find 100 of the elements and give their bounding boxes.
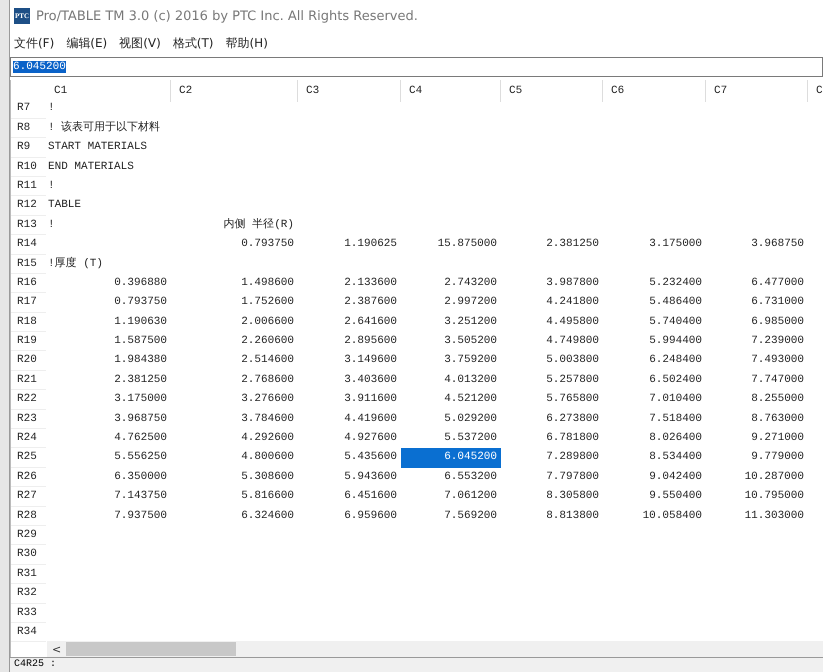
row-header[interactable]: R18: [11, 312, 46, 332]
table-cell[interactable]: 3.276600: [171, 390, 298, 410]
table-cell[interactable]: 3.784600: [171, 410, 298, 430]
table-cell[interactable]: 3.759200: [401, 351, 501, 371]
row-header[interactable]: R12: [11, 196, 46, 216]
table-cell[interactable]: 7.239000: [706, 332, 808, 352]
table-cell[interactable]: !: [46, 216, 171, 236]
table-cell[interactable]: 5.556250: [46, 448, 171, 468]
table-cell[interactable]: 8.255000: [706, 390, 808, 410]
table-cell[interactable]: 3.968750: [706, 235, 808, 255]
table-cell[interactable]: 0.396880: [46, 274, 171, 294]
table-cell[interactable]: 6.248400: [603, 351, 706, 371]
table-cell[interactable]: 3.149600: [298, 351, 401, 371]
horizontal-scrollbar[interactable]: <: [47, 641, 823, 657]
table-cell[interactable]: 5.003800: [501, 351, 603, 371]
table-cell[interactable]: 2.641600: [298, 312, 401, 332]
table-cell[interactable]: 8.813800: [501, 506, 603, 526]
table-cell[interactable]: 内侧 半径(R): [171, 216, 298, 236]
table-cell[interactable]: 2.381250: [46, 370, 171, 390]
table-cell[interactable]: 6.553200: [401, 468, 501, 488]
row-header[interactable]: R9: [11, 138, 46, 158]
table-cell[interactable]: 0.793750: [46, 293, 171, 313]
menu-item[interactable]: 格式(T): [172, 35, 214, 52]
table-cell[interactable]: 10.795000: [706, 487, 808, 507]
row-header[interactable]: R33: [11, 604, 46, 623]
row-header[interactable]: R13: [11, 216, 46, 236]
table-cell[interactable]: 6.324600: [171, 506, 298, 526]
menu-item[interactable]: 编辑(E): [66, 35, 108, 52]
table-cell[interactable]: 6.045200: [401, 448, 501, 468]
table-cell[interactable]: 3.911600: [298, 390, 401, 410]
row-header[interactable]: R29: [11, 526, 46, 546]
scroll-left-button[interactable]: <: [47, 642, 66, 656]
table-cell[interactable]: 11.303000: [706, 506, 808, 526]
table-cell[interactable]: 6.731000: [706, 293, 808, 313]
row-header[interactable]: R16: [11, 274, 46, 294]
row-header[interactable]: R23: [11, 410, 46, 430]
table-cell[interactable]: 8.026400: [603, 429, 706, 448]
table-cell[interactable]: 8.763000: [706, 410, 808, 430]
table-cell[interactable]: 8.305800: [501, 487, 603, 507]
table-cell[interactable]: 5.435600: [298, 448, 401, 468]
row-header[interactable]: R17: [11, 293, 46, 313]
table-cell[interactable]: 4.241800: [501, 293, 603, 313]
table-cell[interactable]: START MATERIALS: [46, 138, 171, 158]
table-cell[interactable]: 4.762500: [46, 429, 171, 448]
table-cell[interactable]: 15.875000: [401, 235, 501, 255]
table-cell[interactable]: 7.010400: [603, 390, 706, 410]
table-cell[interactable]: 1.587500: [46, 332, 171, 352]
table-cell[interactable]: 6.959600: [298, 506, 401, 526]
table-cell[interactable]: !厚度 (T): [46, 254, 171, 274]
table-cell[interactable]: TABLE: [46, 196, 171, 216]
row-header[interactable]: R8: [11, 118, 46, 138]
table-cell[interactable]: 7.061200: [401, 487, 501, 507]
row-header[interactable]: R20: [11, 351, 46, 371]
table-cell[interactable]: 2.895600: [298, 332, 401, 352]
table-cell[interactable]: 3.505200: [401, 332, 501, 352]
table-cell[interactable]: 3.403600: [298, 370, 401, 390]
cell-edit-field[interactable]: 6.045200: [10, 57, 823, 77]
row-header[interactable]: R7: [11, 99, 46, 119]
table-cell[interactable]: 2.768600: [171, 370, 298, 390]
table-cell[interactable]: 3.175000: [46, 390, 171, 410]
table-cell[interactable]: 10.058400: [603, 506, 706, 526]
row-header[interactable]: R14: [11, 235, 46, 255]
row-header[interactable]: R11: [11, 176, 46, 196]
table-cell[interactable]: 9.042400: [603, 468, 706, 488]
table-cell[interactable]: 2.743200: [401, 274, 501, 294]
table-cell[interactable]: ! 该表可用于以下材料: [46, 118, 171, 138]
row-header[interactable]: R28: [11, 506, 46, 526]
menu-item[interactable]: 帮助(H): [226, 35, 268, 52]
table-cell[interactable]: 8.534400: [603, 448, 706, 468]
table-cell[interactable]: 7.797800: [501, 468, 603, 488]
table-cell[interactable]: 2.514600: [171, 351, 298, 371]
menu-item[interactable]: 文件(F): [14, 35, 54, 52]
table-cell[interactable]: 5.994400: [603, 332, 706, 352]
menu-item[interactable]: 视图(V): [119, 35, 161, 52]
row-header[interactable]: R19: [11, 332, 46, 352]
table-cell[interactable]: 5.943600: [298, 468, 401, 488]
table-cell[interactable]: 3.175000: [603, 235, 706, 255]
table-cell[interactable]: 3.968750: [46, 410, 171, 430]
row-header[interactable]: R25: [11, 448, 46, 468]
table-cell[interactable]: 0.793750: [171, 235, 298, 255]
table-cell[interactable]: 3.987800: [501, 274, 603, 294]
row-header[interactable]: R22: [11, 390, 46, 410]
table-cell[interactable]: 5.029200: [401, 410, 501, 430]
row-header[interactable]: R10: [11, 158, 46, 177]
table-cell[interactable]: END MATERIALS: [46, 158, 171, 177]
table-cell[interactable]: 1.752600: [171, 293, 298, 313]
table-cell[interactable]: 9.779000: [706, 448, 808, 468]
table-cell[interactable]: 7.143750: [46, 487, 171, 507]
table-cell[interactable]: 6.781800: [501, 429, 603, 448]
row-header[interactable]: R27: [11, 487, 46, 507]
table-cell[interactable]: !: [46, 176, 171, 196]
table-cell[interactable]: 2.006600: [171, 312, 298, 332]
table-cell[interactable]: 7.747000: [706, 370, 808, 390]
table-cell[interactable]: 6.985000: [706, 312, 808, 332]
table-cell[interactable]: 4.419600: [298, 410, 401, 430]
row-header[interactable]: R30: [11, 545, 46, 565]
row-header[interactable]: R32: [11, 584, 46, 604]
row-header[interactable]: R26: [11, 468, 46, 488]
table-cell[interactable]: 9.271000: [706, 429, 808, 448]
table-cell[interactable]: 5.486400: [603, 293, 706, 313]
